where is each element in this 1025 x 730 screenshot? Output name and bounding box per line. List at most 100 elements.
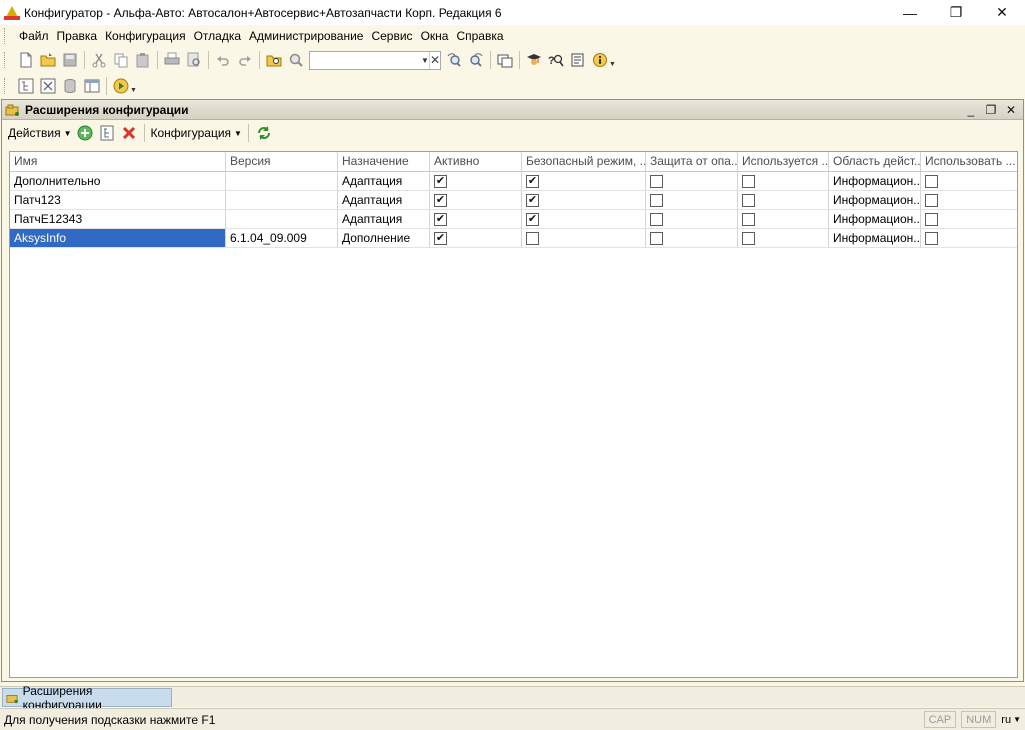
actions-menu-button[interactable]: Действия ▼ [6,122,74,144]
active-checkbox[interactable]: ✔ [434,231,447,245]
cell-name: AksysInfo [10,229,226,248]
table-row[interactable]: AksysInfo 6.1.04_09.009 Дополнение ✔ Инфор… [10,229,1017,248]
refresh-button[interactable] [253,122,275,144]
caps-lock-indicator: CAP [923,711,957,728]
search-dropdown-icon[interactable]: ▼ [421,56,429,65]
protection-checkbox[interactable] [650,193,663,207]
menu-debug[interactable]: Отладка [190,25,245,47]
safe-mode-checkbox[interactable]: ✔ [526,212,539,226]
find-previous-button[interactable] [465,49,487,71]
protection-checkbox[interactable] [650,212,663,226]
used-checkbox[interactable] [742,193,755,207]
table-row[interactable]: Патч123 Адаптация ✔ ✔ Информацион... [10,191,1017,210]
search-input[interactable] [277,52,422,68]
undo-button[interactable] [212,49,234,71]
use-cell [921,172,1017,191]
table-body: Дополнительно Адаптация ✔ ✔ Информацион..… [10,172,1017,248]
active-checkbox[interactable]: ✔ [434,193,447,207]
windows-list-icon [497,54,513,68]
menu-configuration[interactable]: Конфигурация [101,25,190,47]
column-header-active[interactable]: Активно [430,152,522,171]
menu-file[interactable]: Файл [15,25,53,47]
configuration-menu-button[interactable]: Конфигурация ▼ [149,122,244,144]
column-header-used[interactable]: Используется ... [738,152,829,171]
maximize-button[interactable]: ❐ [933,0,979,25]
use-checkbox[interactable] [925,231,938,245]
used-checkbox[interactable] [742,212,755,226]
extensions-window: Расширения конфигурации _ ❐ ✕ Действия ▼ … [1,99,1024,682]
open-tree-icon [100,125,113,141]
menu-administration[interactable]: Администрирование [245,25,367,47]
safe-mode-checkbox[interactable]: ✔ [526,193,539,207]
close-button[interactable]: ✕ [979,0,1025,25]
use-checkbox[interactable] [925,212,938,226]
assistant-button[interactable] [523,49,545,71]
doc-close-button[interactable]: ✕ [1001,101,1021,119]
config-tree-button[interactable] [15,75,37,97]
language-label: ru [1001,713,1012,726]
protection-checkbox[interactable] [650,231,663,245]
table-row[interactable]: Дополнительно Адаптация ✔ ✔ Информацион..… [10,172,1017,191]
used-checkbox[interactable] [742,174,755,188]
redo-button[interactable] [234,49,256,71]
menu-windows[interactable]: Окна [417,25,453,47]
column-header-protection[interactable]: Защита от опа... [646,152,738,171]
new-button[interactable] [15,49,37,71]
safe-mode-cell: ✔ [522,191,646,210]
column-header-purpose[interactable]: Назначение [338,152,430,171]
safe-mode-checkbox[interactable]: ✔ [526,174,539,188]
help-search-icon: ? [548,54,564,67]
print-button[interactable] [161,49,183,71]
print-preview-button[interactable] [183,49,205,71]
menu-bar: Файл Правка Конфигурация Отладка Админис… [0,25,1025,47]
toolbar-overflow-icon[interactable]: ▼ [609,61,616,68]
copy-button[interactable] [110,49,132,71]
menu-edit[interactable]: Правка [53,25,102,47]
search-clear-button[interactable]: ✕ [428,51,440,69]
column-header-version[interactable]: Версия [226,152,338,171]
doc-restore-button[interactable]: ❐ [981,101,1001,119]
doc-minimize-button[interactable]: _ [961,101,981,119]
cut-button[interactable] [88,49,110,71]
toolbar-separator [519,51,520,69]
active-checkbox[interactable]: ✔ [434,212,447,226]
column-header-safe-mode[interactable]: Безопасный режим, ... [522,152,646,171]
safe-mode-checkbox[interactable] [526,231,539,245]
database-button[interactable] [59,75,81,97]
menu-service[interactable]: Сервис [367,25,416,47]
save-button[interactable] [59,49,81,71]
window-tabs-bar: Расширения конфигурации [0,684,1025,712]
find-next-button[interactable] [443,49,465,71]
debug-dropdown-icon[interactable]: ▼ [130,87,137,94]
menu-help[interactable]: Справка [452,25,507,47]
cell-purpose: Дополнение [338,229,430,248]
add-extension-button[interactable] [74,122,96,144]
use-checkbox[interactable] [925,193,938,207]
window-tab-extensions[interactable]: Расширения конфигурации [2,684,172,712]
syntax-help-button[interactable]: ? [545,49,567,71]
protection-checkbox[interactable] [650,174,663,188]
documentation-button[interactable] [567,49,589,71]
windows-list-button[interactable] [494,49,516,71]
compare-config-button[interactable] [37,75,59,97]
use-checkbox[interactable] [925,174,938,188]
open-button[interactable] [37,49,59,71]
compare-config-icon [40,78,56,94]
start-debug-button[interactable] [110,75,132,97]
used-checkbox[interactable] [742,231,755,245]
column-header-use[interactable]: Использовать ... [921,152,1017,171]
window-layout-button[interactable] [81,75,103,97]
column-header-name[interactable]: Имя [10,152,226,171]
table-row[interactable]: ПатчE12343 Адаптация ✔ ✔ Информацион... [10,210,1017,229]
used-cell [738,229,829,248]
open-extension-button[interactable] [96,122,118,144]
column-header-area[interactable]: Область дейст... [829,152,921,171]
search-field[interactable]: ▼ ✕ [277,50,441,70]
delete-extension-button[interactable] [118,122,140,144]
info-button[interactable] [589,49,611,71]
language-indicator[interactable]: ru ▼ [1001,714,1021,726]
use-cell [921,191,1017,210]
paste-button[interactable] [132,49,154,71]
minimize-button[interactable]: — [887,0,933,25]
active-checkbox[interactable]: ✔ [434,174,447,188]
